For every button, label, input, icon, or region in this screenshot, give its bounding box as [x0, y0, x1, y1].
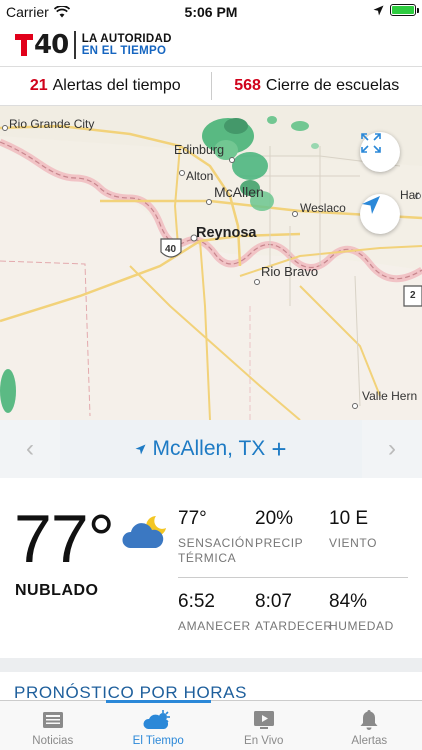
tab-bar: Noticias El Tiempo En Vivo Alertas [0, 700, 422, 750]
logo-number: 40 [34, 30, 69, 60]
wind-label: VIENTO [329, 536, 378, 550]
highway-shield-40: 40 [165, 244, 177, 255]
section-separator [0, 658, 422, 672]
wind-stat: 10 E VIENTO [329, 508, 377, 551]
current-temperature: 77° [14, 501, 115, 577]
map-label-edinburg: Edinburg [174, 143, 225, 157]
map-label-valle-hermoso: Valle Hern [362, 389, 418, 403]
stats-divider [178, 577, 408, 578]
radar-map[interactable]: Rio Grande City Edinburg Alton McAllen W… [0, 106, 422, 420]
map-label-rio-grande-city: Rio Grande City [9, 117, 95, 131]
tab-el-tiempo[interactable]: El Tiempo [105, 700, 212, 750]
school-closings-label: Cierre de escuelas [265, 77, 400, 94]
sunrise-stat: 6:52 AMANECER [178, 591, 251, 634]
precip-stat: 20% PRECIP [255, 508, 303, 551]
tab-label: Noticias [32, 735, 74, 747]
alerts-bar: 21 Alertas del tiempo 568 Cierre de escu… [0, 66, 422, 106]
tab-alertas[interactable]: Alertas [317, 701, 422, 750]
tab-noticias[interactable]: Noticias [0, 701, 106, 750]
location-name: McAllen, TX [152, 437, 266, 460]
logo-mark: 40 [14, 30, 69, 60]
partly-cloudy-night-icon [122, 516, 166, 548]
map-label-weslaco: Weslaco [300, 201, 346, 215]
condition-text: NUBLADO [15, 582, 99, 599]
logo-line2: EN EL TIEMPO [81, 45, 167, 57]
map-label-reynosa: Reynosa [196, 225, 257, 241]
brand-logo[interactable]: 40 LA AUTORIDAD EN EL TIEMPO [14, 30, 172, 60]
feels-like-stat: 77° SENSACIÓN TÉRMICA [178, 508, 254, 566]
map-label-alton: Alton [186, 169, 214, 183]
feels-like-value: 77° [178, 508, 207, 529]
tab-label: En Vivo [244, 735, 284, 747]
logo-divider [74, 31, 76, 59]
map-label-mcallen: McAllen [214, 184, 264, 200]
feels-like-label-2: TÉRMICA [178, 551, 237, 565]
chevron-right-icon: › [388, 435, 396, 462]
locate-me-button[interactable] [360, 194, 400, 234]
sunset-value: 8:07 [255, 591, 292, 612]
telemundo-t-icon [15, 34, 33, 56]
location-arrow-icon [135, 444, 146, 454]
weather-icon [143, 710, 171, 729]
expand-icon [361, 133, 381, 153]
news-icon [42, 712, 63, 728]
chevron-left-icon: ‹ [26, 435, 34, 462]
sunrise-value: 6:52 [178, 591, 215, 612]
location-selector: ‹ McAllen, TX + › [0, 420, 422, 478]
play-icon [253, 711, 274, 729]
tab-en-vivo[interactable]: En Vivo [211, 701, 317, 750]
feels-like-label: SENSACIÓN [178, 536, 255, 550]
tab-label: El Tiempo [132, 735, 184, 747]
navigation-arrow-icon [362, 196, 380, 214]
humidity-value: 84% [329, 591, 368, 612]
tab-label: Alertas [351, 735, 388, 747]
weather-alerts-label: Alertas del tiempo [52, 77, 181, 94]
current-location[interactable]: McAllen, TX + [60, 420, 362, 478]
school-closings-count: 568 [234, 77, 261, 94]
fullscreen-button[interactable] [360, 132, 400, 172]
weather-alerts-count: 21 [29, 77, 48, 94]
logo-line1: LA AUTORIDAD [81, 33, 172, 45]
next-location-button[interactable]: › [362, 420, 422, 478]
prev-location-button[interactable]: ‹ [0, 420, 60, 478]
weather-alerts-link[interactable]: 21 Alertas del tiempo [0, 77, 211, 95]
wind-value: 10 E [329, 508, 369, 529]
location-arrow-icon [373, 5, 384, 15]
bell-icon [360, 710, 378, 730]
precip-value: 20% [255, 508, 294, 529]
humidity-label: HUMEDAD [329, 619, 394, 633]
humidity-stat: 84% HUMEDAD [329, 591, 394, 634]
precip-label: PRECIP [255, 536, 304, 550]
sunset-stat: 8:07 ATARDECER [255, 591, 333, 634]
map-label-harlingen: Har [400, 188, 420, 202]
battery-icon [390, 4, 419, 16]
add-location-button[interactable]: + [271, 434, 286, 465]
current-conditions: 77° NUBLADO 77° SENSACIÓN TÉRMICA 20% PR… [0, 478, 422, 658]
status-bar: Carrier 5:06 PM [0, 0, 422, 24]
sunset-label: ATARDECER [255, 619, 333, 633]
map-label-rio-bravo: Rio Bravo [261, 264, 319, 279]
app-header: 40 LA AUTORIDAD EN EL TIEMPO [0, 24, 422, 68]
sunrise-label: AMANECER [178, 619, 251, 633]
clock: 5:06 PM [184, 4, 238, 20]
highway-shield-2: 2 [410, 290, 416, 301]
school-closings-link[interactable]: 568 Cierre de escuelas [212, 77, 422, 95]
